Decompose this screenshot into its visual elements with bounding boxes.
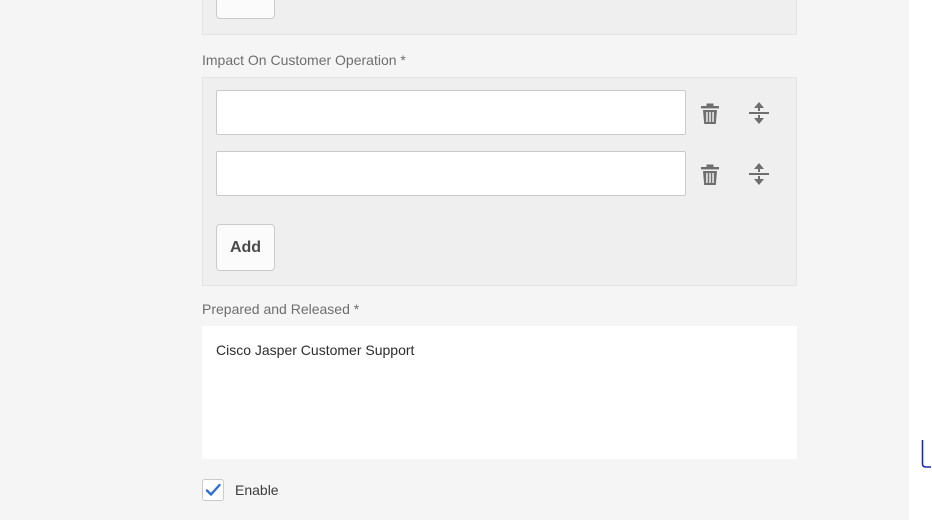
reorder-icon[interactable]	[747, 162, 771, 186]
enable-checkbox-label: Enable	[235, 482, 279, 498]
impact-input-1[interactable]	[216, 90, 686, 135]
impact-input-2[interactable]	[216, 151, 686, 196]
multifield-row	[216, 90, 776, 138]
prepared-textarea[interactable]: Cisco Jasper Customer Support	[202, 326, 797, 459]
enable-checkbox[interactable]	[202, 479, 224, 501]
multifield-row	[216, 151, 776, 199]
right-panel	[909, 0, 932, 520]
pen-mark-icon	[921, 440, 931, 468]
trash-icon[interactable]	[698, 101, 722, 125]
reorder-icon[interactable]	[747, 101, 771, 125]
trash-icon[interactable]	[698, 162, 722, 186]
impact-add-button[interactable]: Add	[216, 224, 275, 271]
impact-multifield: Add	[202, 77, 797, 286]
checkmark-icon	[205, 483, 221, 496]
previous-add-button[interactable]: Add	[216, 0, 275, 19]
previous-multifield-section: Add	[202, 0, 797, 35]
impact-field-label: Impact On Customer Operation *	[202, 52, 406, 68]
prepared-field-label: Prepared and Released *	[202, 301, 360, 317]
